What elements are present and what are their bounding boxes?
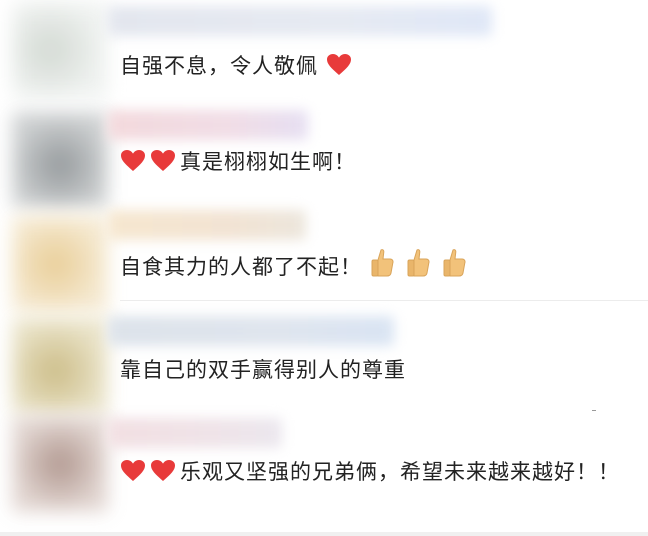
scroll-mark — [592, 410, 596, 411]
username[interactable] — [108, 210, 306, 240]
avatar[interactable] — [12, 216, 108, 312]
comment-text: 真是栩栩如生啊！ — [120, 144, 634, 180]
heart-icon — [151, 460, 175, 481]
username[interactable] — [108, 316, 394, 346]
comment-content: 真是栩栩如生啊！ — [180, 150, 356, 174]
heart-icon — [151, 150, 175, 171]
heart-icon — [326, 54, 351, 75]
comment-text: 自食其力的人都了不起！ — [120, 248, 634, 285]
comment-content: 自强不息，令人敬佩 — [120, 54, 318, 78]
username[interactable] — [108, 6, 492, 36]
avatar[interactable] — [12, 2, 108, 98]
heart-icon — [121, 460, 145, 481]
comment-content: 乐观又坚强的兄弟俩，希望未来越来越好！！ — [180, 460, 620, 484]
divider — [120, 300, 648, 301]
avatar[interactable] — [12, 318, 108, 414]
thumbs-up-icon — [407, 249, 430, 277]
thumbs-up-icon — [371, 249, 394, 277]
avatar[interactable] — [12, 416, 108, 512]
comment-text: 乐观又坚强的兄弟俩，希望未来越来越好！！ — [120, 454, 640, 490]
comment-text: 靠自己的双手赢得别人的尊重 — [120, 352, 634, 388]
bottom-border — [0, 532, 648, 536]
heart-icon — [121, 150, 145, 171]
username[interactable] — [108, 110, 308, 140]
thumbs-up-icon — [443, 249, 466, 277]
username[interactable] — [108, 418, 282, 448]
comment-text: 自强不息，令人敬佩 — [120, 48, 634, 84]
comment-content: 靠自己的双手赢得别人的尊重 — [120, 358, 406, 382]
comment-content: 自食其力的人都了不起！ — [120, 255, 362, 279]
avatar[interactable] — [12, 112, 108, 208]
